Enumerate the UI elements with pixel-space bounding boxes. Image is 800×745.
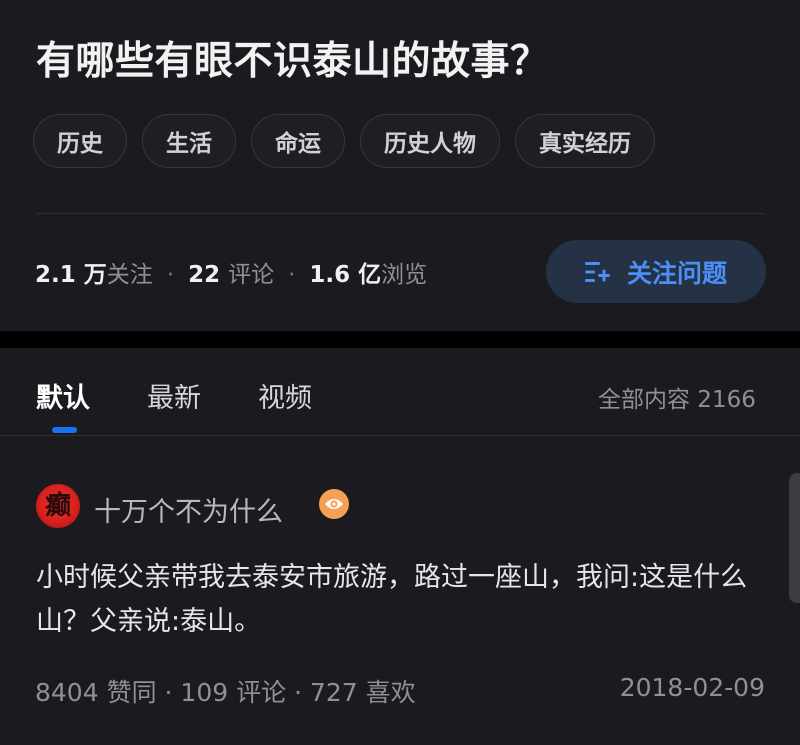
avatar[interactable]: 癫 <box>36 484 80 528</box>
comments-count: 22 <box>188 262 221 288</box>
tab-latest[interactable]: 最新 <box>147 376 201 415</box>
question-header: 有哪些有眼不识泰山的故事？ 历史 生活 命运 历史人物 真实经历 2.1 万 关… <box>0 0 800 331</box>
topic-tag[interactable]: 命运 <box>251 114 345 168</box>
answer-date: 2018-02-09 <box>619 673 765 702</box>
question-title: 有哪些有眼不识泰山的故事？ <box>36 39 550 84</box>
author-name[interactable]: 十万个不为什么 <box>94 490 283 529</box>
active-tab-indicator <box>52 427 77 433</box>
follow-question-label: 关注问题 <box>626 258 727 288</box>
topic-tag[interactable]: 历史人物 <box>360 114 500 168</box>
answer-meta: 8404 赞同 · 109 评论 · 727 喜欢 <box>35 678 416 707</box>
tab-default[interactable]: 默认 <box>36 376 90 415</box>
follow-question-button[interactable]: 关注问题 <box>546 240 766 303</box>
separator-dot: · <box>166 262 175 288</box>
followers-count: 2.1 万 <box>35 262 107 288</box>
views-count: 1.6 亿 <box>309 262 382 288</box>
eye-badge-icon <box>319 489 349 519</box>
sort-tabs: 默认 最新 视频 全部内容 2166 <box>0 348 800 436</box>
tab-video[interactable]: 视频 <box>258 376 312 415</box>
avatar-glyph: 癫 <box>44 491 71 521</box>
question-stats: 2.1 万 关注 · 22 评论 · 1.6 亿 浏览 <box>35 255 427 289</box>
followers-label: 关注 <box>106 262 153 288</box>
topic-tags: 历史 生活 命运 历史人物 真实经历 <box>33 114 655 168</box>
section-gap <box>0 331 800 348</box>
follow-plus-list-icon <box>584 261 611 283</box>
separator-dot: · <box>288 262 296 288</box>
views-label: 浏览 <box>381 262 428 288</box>
divider <box>36 213 765 214</box>
scrollbar[interactable] <box>789 473 800 603</box>
total-content-count: 全部内容 2166 <box>598 387 756 413</box>
answer-card[interactable]: 癫 十万个不为什么 小时候父亲带我去泰安市旅游，路过一座山，我问:这是什么山？父… <box>0 436 800 745</box>
topic-tag[interactable]: 生活 <box>142 114 236 168</box>
topic-tag[interactable]: 历史 <box>33 114 127 168</box>
topic-tag[interactable]: 真实经历 <box>515 114 655 168</box>
comments-label[interactable]: 评论 <box>228 255 274 289</box>
answer-excerpt[interactable]: 小时候父亲带我去泰安市旅游，路过一座山，我问:这是什么山？父亲说:泰山。 <box>36 556 776 644</box>
